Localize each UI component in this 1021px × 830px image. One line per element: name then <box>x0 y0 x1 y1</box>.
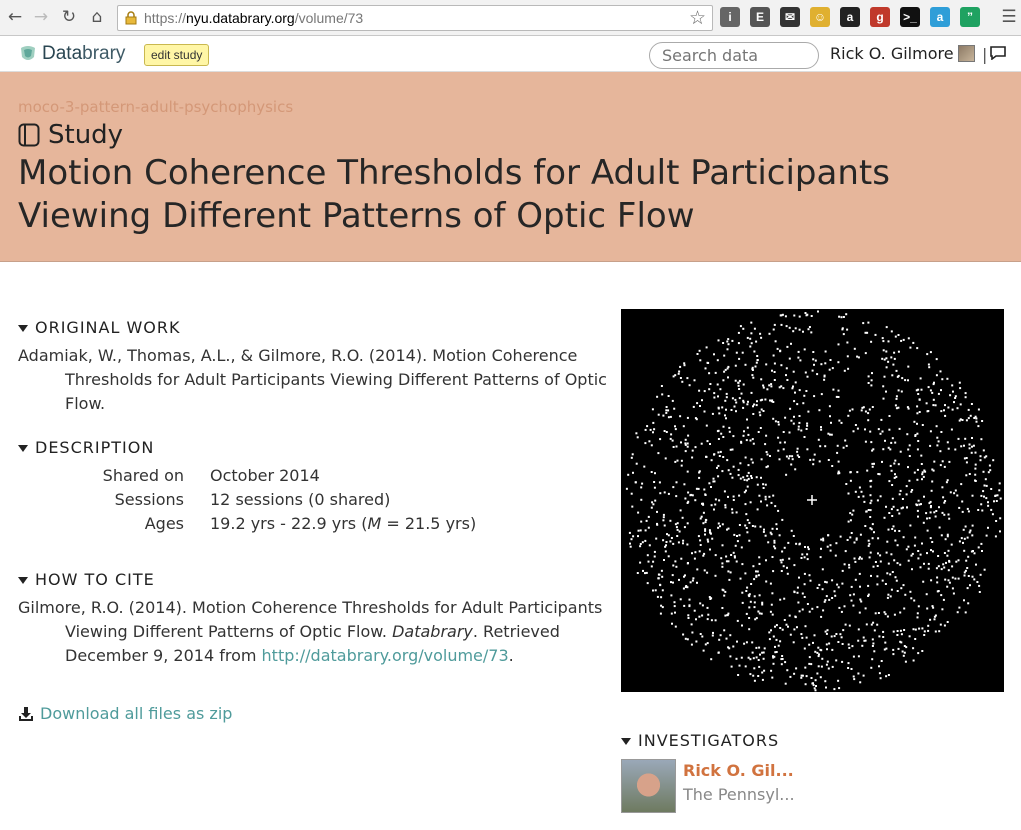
investigator-photo[interactable] <box>621 759 676 813</box>
collapse-triangle-icon <box>621 737 631 745</box>
investigator-name[interactable]: Rick O. Gil... <box>683 761 794 780</box>
collapse-triangle-icon <box>18 444 28 452</box>
collapse-triangle-icon <box>18 324 28 332</box>
volume-kind-label: Study <box>48 120 124 150</box>
sessions-label: Sessions <box>114 490 184 509</box>
sessions-value: 12 sessions (0 shared) <box>210 490 391 509</box>
investigator-affiliation: The Pennsyl... <box>683 785 795 804</box>
volume-name: moco-3-pattern-adult-psychophysics <box>18 98 294 116</box>
cite-text: Gilmore, R.O. (2014). Motion Coherence T… <box>18 598 603 665</box>
databrary-logo-icon <box>21 46 35 60</box>
edit-study-button[interactable]: edit study <box>144 44 210 66</box>
ages-value: 19.2 yrs - 22.9 yrs (M = 21.5 yrs) <box>210 514 477 533</box>
shared-label: Shared on <box>102 466 184 485</box>
investigators-heading[interactable]: INVESTIGATORS <box>621 731 779 750</box>
ages-row: Ages 19.2 yrs - 22.9 yrs (M = 21.5 yrs) <box>18 514 518 538</box>
address-bar[interactable]: https://nyu.databrary.org/volume/73 ☆ <box>117 5 713 31</box>
ages-label: Ages <box>144 514 184 533</box>
description-heading[interactable]: DESCRIPTION <box>18 438 154 457</box>
amazon-icon[interactable]: a <box>840 7 860 27</box>
volume-banner: moco-3-pattern-adult-psychophysics Study… <box>0 72 1021 262</box>
optic-flow-stimulus-thumbnail[interactable] <box>621 309 1004 692</box>
home-icon[interactable]: ⌂ <box>86 6 108 28</box>
download-zip-link[interactable]: Download all files as zip <box>18 704 232 723</box>
terminal-icon[interactable]: >_ <box>900 7 920 27</box>
user-avatar[interactable] <box>958 45 975 62</box>
back-icon[interactable]: ← <box>4 6 26 28</box>
chat-icon[interactable] <box>990 46 1006 60</box>
menu-icon[interactable]: ☰ <box>998 6 1020 28</box>
cat-icon[interactable]: ☺ <box>810 7 830 27</box>
volume-title: Motion Coherence Thresholds for Adult Pa… <box>18 153 890 236</box>
evernote-icon[interactable]: E <box>750 7 770 27</box>
shared-value: October 2014 <box>210 466 320 485</box>
search-input[interactable] <box>649 42 819 69</box>
site-header: Databrary edit study Rick O. Gilmore | <box>0 36 1021 72</box>
bookmark-star-icon[interactable]: ☆ <box>689 7 706 29</box>
a-icon[interactable]: a <box>930 7 950 27</box>
cart-icon[interactable]: ✉ <box>780 7 800 27</box>
how-to-cite-heading[interactable]: HOW TO CITE <box>18 570 155 589</box>
forward-icon[interactable]: → <box>30 6 52 28</box>
study-icon <box>18 123 40 147</box>
header-separator: | <box>982 45 988 64</box>
volume-kind: Study <box>18 120 123 150</box>
sessions-row: Sessions 12 sessions (0 shared) <box>18 490 518 514</box>
browser-toolbar: ← → ↻ ⌂ https://nyu.databrary.org/volume… <box>0 0 1021 36</box>
collapse-triangle-icon <box>18 576 28 584</box>
info-icon[interactable]: i <box>720 7 740 27</box>
gplus-icon[interactable]: g <box>870 7 890 27</box>
cite-link[interactable]: http://databrary.org/volume/73 <box>262 646 509 665</box>
url-text: https://nyu.databrary.org/volume/73 <box>144 10 364 26</box>
original-work-heading[interactable]: ORIGINAL WORK <box>18 318 180 337</box>
shared-row: Shared on October 2014 <box>18 466 518 490</box>
databrary-logo[interactable]: Databrary <box>18 43 125 65</box>
original-work-citation: Adamiak, W., Thomas, A.L., & Gilmore, R.… <box>18 346 607 413</box>
lock-warning-icon <box>125 11 137 25</box>
reload-icon[interactable]: ↻ <box>58 6 80 28</box>
user-name[interactable]: Rick O. Gilmore <box>830 44 954 63</box>
download-icon <box>19 706 33 721</box>
hangouts-icon[interactable]: ” <box>960 7 980 27</box>
